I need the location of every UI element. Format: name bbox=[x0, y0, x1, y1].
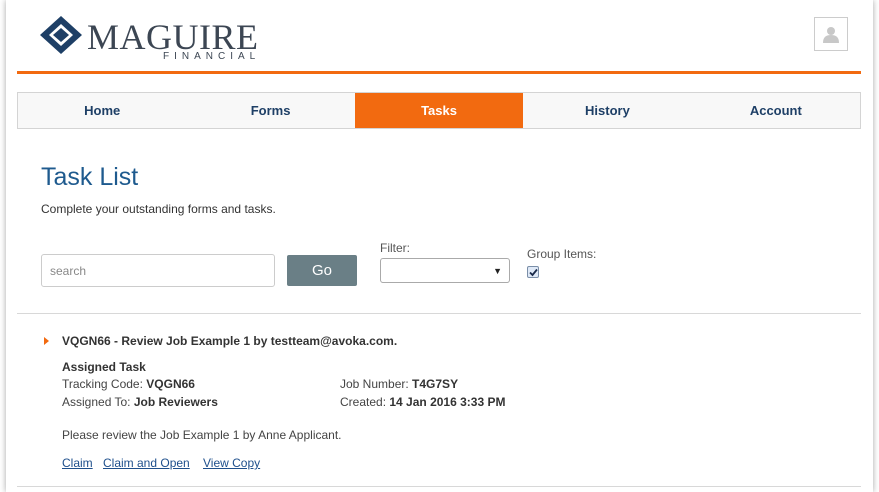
tracking-code-label: Tracking Code: bbox=[62, 377, 143, 391]
go-button[interactable]: Go bbox=[287, 255, 357, 286]
job-number-row: Job Number: T4G7SY bbox=[340, 377, 458, 391]
job-number-value: T4G7SY bbox=[412, 377, 459, 391]
task-title[interactable]: VQGN66 - Review Job Example 1 by testtea… bbox=[62, 334, 397, 348]
brand-logo[interactable]: MAGUIRE FINANCIAL bbox=[39, 15, 258, 62]
group-items-label: Group Items: bbox=[527, 247, 597, 261]
filter-label: Filter: bbox=[380, 241, 410, 255]
nav-item-account[interactable]: Account bbox=[692, 93, 860, 128]
search-input[interactable] bbox=[41, 254, 275, 287]
assigned-to-label: Assigned To: bbox=[62, 395, 131, 409]
job-number-label: Job Number: bbox=[340, 377, 409, 391]
nav-item-tasks[interactable]: Tasks bbox=[354, 93, 524, 128]
list-top-divider bbox=[17, 313, 861, 314]
list-bottom-divider bbox=[17, 486, 861, 487]
assigned-to-row: Assigned To: Job Reviewers bbox=[62, 395, 218, 409]
created-label: Created: bbox=[340, 395, 387, 409]
view-copy-link[interactable]: View Copy bbox=[203, 456, 260, 470]
task-type: Assigned Task bbox=[62, 360, 146, 374]
nav-item-history[interactable]: History bbox=[523, 93, 691, 128]
diamond-logo-icon bbox=[40, 16, 82, 54]
claim-and-open-link[interactable]: Claim and Open bbox=[103, 456, 190, 470]
expand-arrow-icon[interactable] bbox=[44, 337, 49, 345]
created-row: Created: 14 Jan 2016 3:33 PM bbox=[340, 395, 505, 409]
task-description: Please review the Job Example 1 by Anne … bbox=[62, 428, 342, 442]
page-title: Task List bbox=[41, 163, 139, 191]
header-divider bbox=[17, 71, 861, 74]
dropdown-arrow-icon: ▼ bbox=[493, 266, 502, 276]
page-subtitle: Complete your outstanding forms and task… bbox=[41, 202, 276, 216]
user-account-button[interactable] bbox=[814, 17, 848, 51]
brand-name: MAGUIRE bbox=[87, 17, 259, 57]
group-items-checkbox[interactable] bbox=[527, 266, 539, 278]
main-nav: Home Forms Tasks History Account bbox=[17, 92, 861, 129]
claim-link[interactable]: Claim bbox=[62, 456, 93, 470]
user-silhouette-icon bbox=[823, 27, 839, 43]
nav-item-home[interactable]: Home bbox=[18, 93, 186, 128]
checkmark-icon bbox=[529, 268, 538, 277]
brand-tagline: FINANCIAL bbox=[163, 51, 261, 62]
tracking-code-row: Tracking Code: VQGN66 bbox=[62, 377, 195, 391]
created-value: 14 Jan 2016 3:33 PM bbox=[389, 395, 506, 409]
filter-select[interactable]: ▼ bbox=[380, 258, 510, 283]
tracking-code-value: VQGN66 bbox=[146, 377, 195, 391]
assigned-to-value: Job Reviewers bbox=[133, 395, 218, 409]
nav-item-forms[interactable]: Forms bbox=[186, 93, 354, 128]
